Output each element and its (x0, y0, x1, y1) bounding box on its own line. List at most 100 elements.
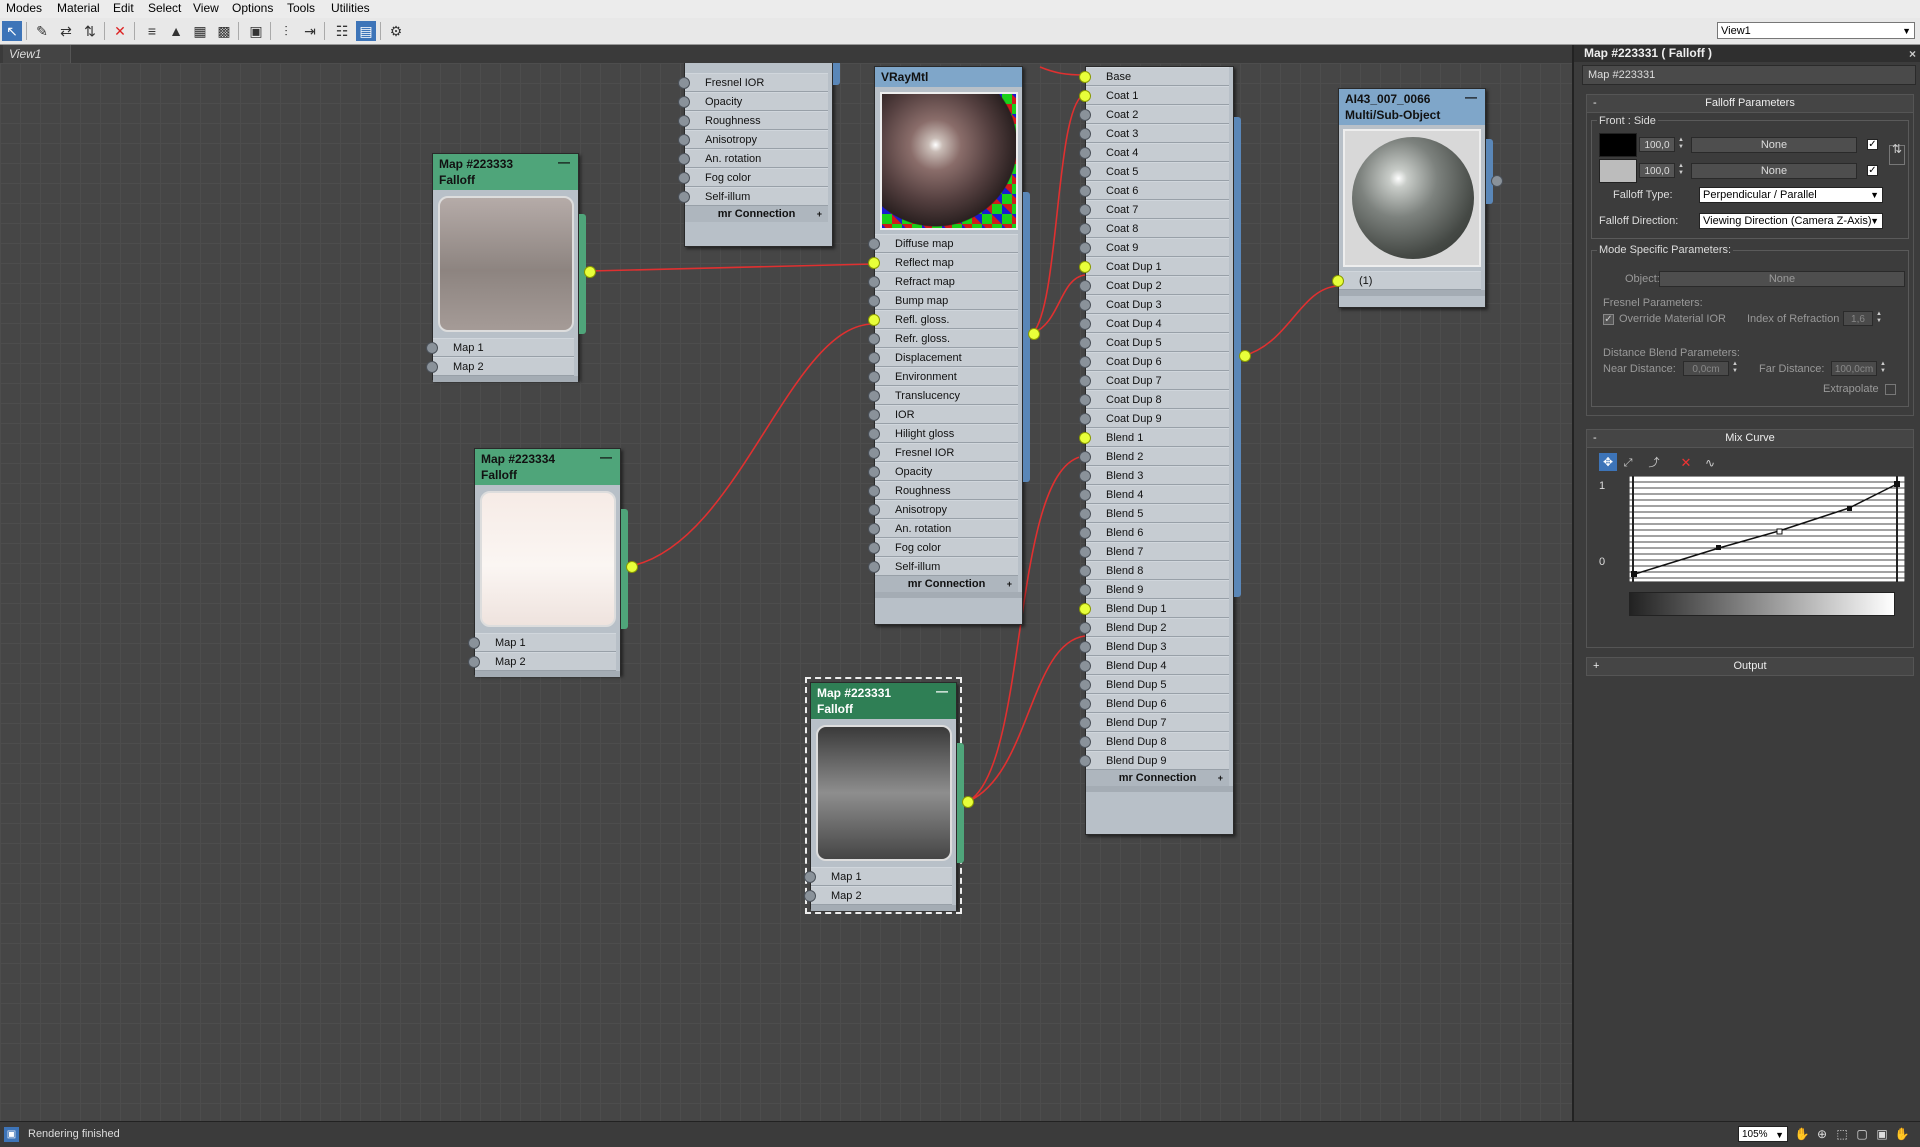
node-slot[interactable]: Self-illum (868, 557, 1018, 576)
menu-options[interactable]: Options (232, 1, 273, 15)
node-slot[interactable]: Blend 3 (1079, 466, 1229, 485)
expand-icon[interactable]: + (1218, 770, 1223, 786)
input-socket[interactable] (868, 542, 880, 554)
input-socket[interactable] (1079, 318, 1091, 330)
input-socket[interactable] (1079, 90, 1091, 102)
node-header[interactable]: Map #223333 Falloff — (433, 154, 578, 190)
node-slot[interactable]: Fresnel IOR (678, 73, 828, 92)
map223333-node[interactable]: Map #223333 Falloff — Map 1 Map 2 (426, 153, 596, 382)
node-slot[interactable]: (1) (1332, 271, 1481, 290)
close-icon[interactable]: × (1909, 46, 1916, 63)
input-socket[interactable] (1079, 679, 1091, 691)
pan-to-selected-icon[interactable]: ✋ (1894, 1126, 1910, 1142)
node-slot[interactable]: Coat Dup 1 (1079, 257, 1229, 276)
node-slot[interactable]: Coat Dup 9 (1079, 409, 1229, 428)
node-slot[interactable]: Displacement (868, 348, 1018, 367)
input-socket[interactable] (1079, 603, 1091, 615)
map-name-field[interactable]: Map #223331 (1582, 65, 1916, 85)
front-amount-field[interactable]: 100,0 (1639, 137, 1675, 152)
mr-connection-bar[interactable]: mr Connection + (875, 576, 1018, 592)
node-slot[interactable]: Blend Dup 4 (1079, 656, 1229, 675)
input-socket[interactable] (868, 466, 880, 478)
ior-field[interactable]: 1,6 (1843, 311, 1873, 326)
input-socket[interactable] (1079, 584, 1091, 596)
node-slot[interactable]: An. rotation (868, 519, 1018, 538)
input-socket[interactable] (1079, 413, 1091, 425)
node-slot[interactable]: Coat 2 (1079, 105, 1229, 124)
input-socket[interactable] (1079, 261, 1091, 273)
input-socket[interactable] (868, 238, 880, 250)
input-socket[interactable] (468, 656, 480, 668)
rollout-header[interactable]: - Mix Curve (1587, 430, 1913, 448)
input-socket[interactable] (1079, 375, 1091, 387)
input-socket[interactable] (868, 447, 880, 459)
expand-icon[interactable]: + (817, 206, 822, 222)
layout-vertical-icon[interactable]: ⫶ (276, 21, 296, 41)
mix-curve-graph[interactable] (1629, 476, 1905, 582)
blend-material-node[interactable]: Base Coat 1 Coat 2 Coat 3 Coat 4 Coat 5 Coat 6… (1079, 66, 1251, 835)
input-socket[interactable] (1079, 717, 1091, 729)
assign-material-icon[interactable]: ⇄ (56, 21, 76, 41)
node-slot[interactable]: Blend Dup 5 (1079, 675, 1229, 694)
side-map-button[interactable]: None (1691, 163, 1857, 179)
input-socket[interactable] (1079, 698, 1091, 710)
curve-point[interactable] (1631, 571, 1637, 577)
node-slot[interactable]: Diffuse map (868, 234, 1018, 253)
node-slot[interactable]: Blend 5 (1079, 504, 1229, 523)
node-slot[interactable]: Refract map (868, 272, 1018, 291)
node-header[interactable]: VRayMtl (875, 67, 1022, 87)
input-socket[interactable] (678, 96, 690, 108)
rollout-header[interactable]: + Output (1587, 658, 1913, 675)
menu-view[interactable]: View (193, 1, 219, 15)
node-slot[interactable]: An. rotation (678, 149, 828, 168)
node-slot[interactable]: Blend Dup 9 (1079, 751, 1229, 770)
output-socket[interactable] (962, 796, 974, 808)
input-socket[interactable] (426, 342, 438, 354)
input-socket[interactable] (678, 134, 690, 146)
input-socket[interactable] (468, 637, 480, 649)
input-socket[interactable] (804, 871, 816, 883)
input-socket[interactable] (868, 295, 880, 307)
node-slot[interactable]: Coat Dup 3 (1079, 295, 1229, 314)
node-slot[interactable]: Blend 9 (1079, 580, 1229, 599)
spinner-icon[interactable]: ▲ ▼ (1677, 163, 1685, 178)
node-slot[interactable]: Self-illum (678, 187, 828, 206)
input-socket[interactable] (1079, 147, 1091, 159)
node-slot[interactable]: Blend Dup 3 (1079, 637, 1229, 656)
menu-edit[interactable]: Edit (113, 1, 134, 15)
input-socket[interactable] (1079, 128, 1091, 140)
zoom-region-icon[interactable]: ⬚ (1834, 1126, 1850, 1142)
node-slot[interactable]: Fog color (678, 168, 828, 187)
node-slot[interactable]: Hilight gloss (868, 424, 1018, 443)
node-slot[interactable]: Bump map (868, 291, 1018, 310)
input-socket[interactable] (1079, 223, 1091, 235)
mr-connection-bar[interactable]: mr Connection + (685, 206, 828, 222)
input-socket[interactable] (678, 77, 690, 89)
curve-point[interactable] (1847, 506, 1852, 511)
menu-material[interactable]: Material (57, 1, 100, 15)
input-socket[interactable] (1332, 275, 1344, 287)
expand-icon[interactable]: + (1007, 576, 1012, 592)
input-socket[interactable] (1079, 432, 1091, 444)
input-socket[interactable] (868, 371, 880, 383)
multi-sub-object-node[interactable]: AI43_007_0066 Multi/Sub-Object — (1) (1332, 88, 1503, 308)
node-slot[interactable]: Map 2 (804, 886, 952, 905)
extrapolate-checkbox[interactable] (1885, 384, 1896, 395)
node-slot[interactable]: Map 1 (426, 338, 574, 357)
input-socket[interactable] (1079, 166, 1091, 178)
curve-point[interactable] (1716, 545, 1721, 550)
layout-horizontal-icon[interactable]: ⇥ (300, 21, 320, 41)
override-ior-checkbox[interactable]: ✓ (1603, 314, 1614, 325)
input-socket[interactable] (1079, 299, 1091, 311)
delete-point-icon[interactable]: ✕ (1677, 453, 1695, 471)
input-socket[interactable] (1079, 470, 1091, 482)
view-selector[interactable]: View1 ▼ (1717, 22, 1915, 39)
node-header[interactable]: Map #223334 Falloff — (475, 449, 620, 485)
node-slot[interactable]: Coat 5 (1079, 162, 1229, 181)
node-slot[interactable]: Blend 1 (1079, 428, 1229, 447)
node-slot[interactable]: Blend 6 (1079, 523, 1229, 542)
delete-icon[interactable]: ✕ (110, 21, 130, 41)
input-socket[interactable] (804, 890, 816, 902)
menu-modes[interactable]: Modes (6, 1, 42, 15)
input-socket[interactable] (678, 172, 690, 184)
